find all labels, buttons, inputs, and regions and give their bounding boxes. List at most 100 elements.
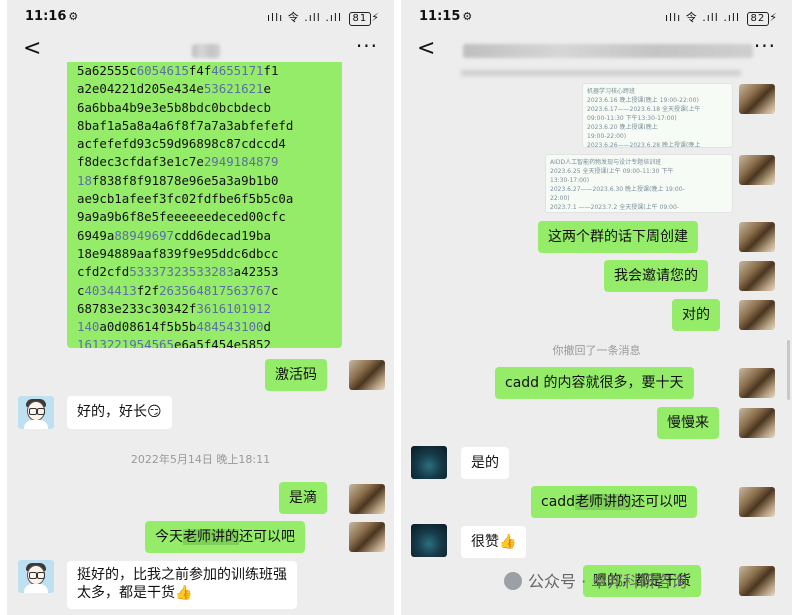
- detected-number-link[interactable]: 4655171: [211, 63, 263, 78]
- highlighted-text: 老师讲的: [183, 529, 239, 545]
- code-text: f838f8f91878e96e5a3a9b1b0: [91, 172, 279, 188]
- schedule-line: 19:00-22:00): [587, 133, 627, 140]
- schedule-line: 11:30 下午13:30-17:00): [550, 212, 728, 213]
- signal-icons: ıllı 令 .ıll .ıll: [266, 11, 343, 24]
- avatar-self[interactable]: [739, 155, 775, 185]
- code-text: f2f: [136, 282, 160, 298]
- more-icon[interactable]: ···: [754, 34, 776, 58]
- battery-icon: 81: [348, 12, 372, 26]
- chat-title-redacted: [192, 44, 220, 58]
- code-text: 5a62555c: [77, 63, 137, 78]
- detected-number-link[interactable]: 484543100: [196, 319, 263, 334]
- message-take-time[interactable]: 慢慢来: [657, 407, 719, 439]
- avatar-self[interactable]: [739, 300, 775, 330]
- code-text: 18e94889aaf839f9e95ddc6dbcc: [77, 245, 279, 261]
- avatar-self[interactable]: [739, 84, 775, 114]
- gear-icon: ⚙: [462, 10, 473, 23]
- message-reply-great[interactable]: 很赞👍: [461, 526, 527, 558]
- scrollbar[interactable]: [787, 340, 790, 400]
- message-yes[interactable]: 是滴: [279, 482, 327, 514]
- message-cadd-content[interactable]: cadd 的内容就很多，要十天: [495, 367, 694, 399]
- detected-number-link[interactable]: 140: [77, 319, 99, 334]
- right-chat-screenshot: 11:15 ⚙ ıllı 令 .ıll .ıll 82 ⚡ < ··· 机器学习核心…: [401, 0, 792, 615]
- code-text: ae9cb1afeef3fc02fdfbe6f5b5c0a: [77, 191, 294, 207]
- message-reply-yes[interactable]: 是的: [461, 447, 509, 479]
- chevron-left-icon[interactable]: <: [417, 36, 435, 61]
- detected-number-link[interactable]: 53621621: [204, 81, 264, 96]
- avatar-self[interactable]: [349, 522, 385, 552]
- message-right[interactable]: 对的: [672, 299, 720, 331]
- code-line: 68783e233c30342f3616101912: [77, 300, 332, 318]
- detected-number-link[interactable]: 3616101912: [196, 301, 271, 316]
- more-icon[interactable]: ···: [356, 34, 378, 58]
- code-line: 6a6bba4b9e3e5b8bdc0bcbdecb: [77, 99, 332, 117]
- image-message-schedule-1[interactable]: 机器学习核心跨班 2023.6.16 晚上授课(晚上 19:00-22:00) 20…: [582, 83, 733, 148]
- recall-notice: 你撤回了一条消息: [552, 344, 641, 357]
- schedule-line: 2023.6.25 全天授课(上午 09:00-11:30 下午: [550, 168, 674, 175]
- detected-number-link[interactable]: 53337323533283: [129, 264, 233, 279]
- smirk-emoji: 😏: [147, 404, 162, 420]
- avatar-self[interactable]: [739, 222, 775, 252]
- code-text: c: [270, 282, 279, 298]
- code-text: a2e04221d205e434e: [77, 81, 204, 97]
- chevron-left-icon[interactable]: <: [23, 36, 41, 61]
- message-timestamp: 2022年5月14日 晚上18:11: [130, 453, 271, 466]
- code-line: ae9cb1afeef3fc02fdfbe6f5b5c0a: [77, 190, 332, 208]
- system-icons: ıllı 令 .ıll .ıll 81 ⚡: [266, 11, 380, 26]
- schedule-line: AIDD人工智能药物发现与设计专题培训班: [550, 159, 662, 166]
- code-text: cfd2cfd: [77, 264, 130, 280]
- code-line: 5a62555c6054615f4f4655171f1: [77, 62, 332, 80]
- image-message-schedule-2[interactable]: AIDD人工智能药物发现与设计专题培训班 2023.6.25 全天授课(上午 09…: [545, 154, 733, 213]
- avatar-self[interactable]: [739, 487, 775, 517]
- message-good-long[interactable]: 好的，好长😏: [67, 396, 172, 429]
- message-cadd-teacher[interactable]: cadd老师讲的还可以吧: [531, 486, 698, 518]
- code-line: f8dec3cfdaf3e1c7e2949184879: [77, 153, 332, 171]
- message-create-groups[interactable]: 这两个群的话下周创建: [538, 221, 698, 253]
- avatar-self[interactable]: [739, 368, 775, 398]
- system-icons: ıllı 令 .ıll .ıll 82 ⚡: [664, 11, 778, 26]
- schedule-line: 09:00-11:30 下午13:30-17:00): [587, 115, 677, 122]
- detected-number-link[interactable]: 6054615: [137, 63, 189, 78]
- message-reply-training[interactable]: 挺好的，比我之前参加的训练班强 太多，都是干货👍: [67, 561, 297, 609]
- detected-number-link[interactable]: 88949697: [114, 228, 174, 243]
- code-line: acfefefd93c59d96898c87cdccd4: [77, 135, 332, 153]
- avatar-self[interactable]: [739, 408, 775, 438]
- avatar-self[interactable]: [739, 261, 775, 291]
- code-line: 8baf1a5a8a4a6f8f7a7a3abfefefd: [77, 117, 332, 135]
- code-text: acfefefd93c59d96898c87cdccd4: [77, 136, 286, 152]
- thumbs-up-emoji: 👍: [499, 534, 517, 550]
- detected-number-link[interactable]: 2949184879: [204, 154, 279, 169]
- avatar-contact[interactable]: [411, 524, 447, 557]
- detected-number-link[interactable]: 18: [77, 173, 92, 188]
- avatar-contact[interactable]: [411, 446, 447, 479]
- chat-title-redacted: [463, 44, 753, 58]
- code-line: 140a0d08614f5b5b484543100d: [77, 318, 332, 336]
- avatar-contact[interactable]: [18, 396, 54, 429]
- message-activation[interactable]: 激活码: [265, 359, 327, 391]
- code-line: a2e04221d205e434e53621621e: [77, 80, 332, 98]
- schedule-line: 13:30-17:00): [550, 177, 590, 184]
- schedule-line: 2023.6.26——2023.6.28 晚上授课(晚上: [587, 142, 701, 148]
- message-today-teacher[interactable]: 今天老师讲的还可以吧: [145, 521, 305, 553]
- message-invite[interactable]: 我会邀请您的: [604, 260, 708, 292]
- detected-number-link[interactable]: 1613221954565: [77, 337, 174, 348]
- code-text: 6949a: [77, 227, 115, 243]
- battery-icon: 82: [746, 12, 770, 26]
- code-line: cfd2cfd53337323533283a42353: [77, 263, 332, 281]
- code-text: 9a9a9b6f8e5feeeeeedeced00cfc: [77, 209, 286, 225]
- avatar-self[interactable]: [349, 360, 385, 390]
- avatar-contact[interactable]: [18, 560, 54, 593]
- code-line: 18e94889aaf839f9e95ddc6dbcc: [77, 245, 332, 263]
- detected-number-link[interactable]: 263564817563767: [159, 283, 271, 298]
- activation-code-message[interactable]: 5a62555c6054615f4f4655171f1 a2e04221d205e…: [67, 62, 342, 348]
- detected-number-link[interactable]: 4034413: [84, 283, 136, 298]
- avatar-self[interactable]: [349, 484, 385, 514]
- code-text: a42353: [233, 264, 279, 280]
- code-text: e: [263, 81, 271, 97]
- code-text: 8baf1a5a8a4a6f8f7a7a3abfefefd: [77, 117, 294, 133]
- code-line: 1613221954565e6a5f454e5852: [77, 336, 332, 348]
- avatar-self[interactable]: [739, 566, 775, 596]
- schedule-line: 2023.6.20 晚上授课(晚上: [587, 124, 658, 131]
- schedule-line: 机器学习核心跨班: [587, 88, 636, 95]
- code-text: e6a5f454e5852: [173, 337, 271, 348]
